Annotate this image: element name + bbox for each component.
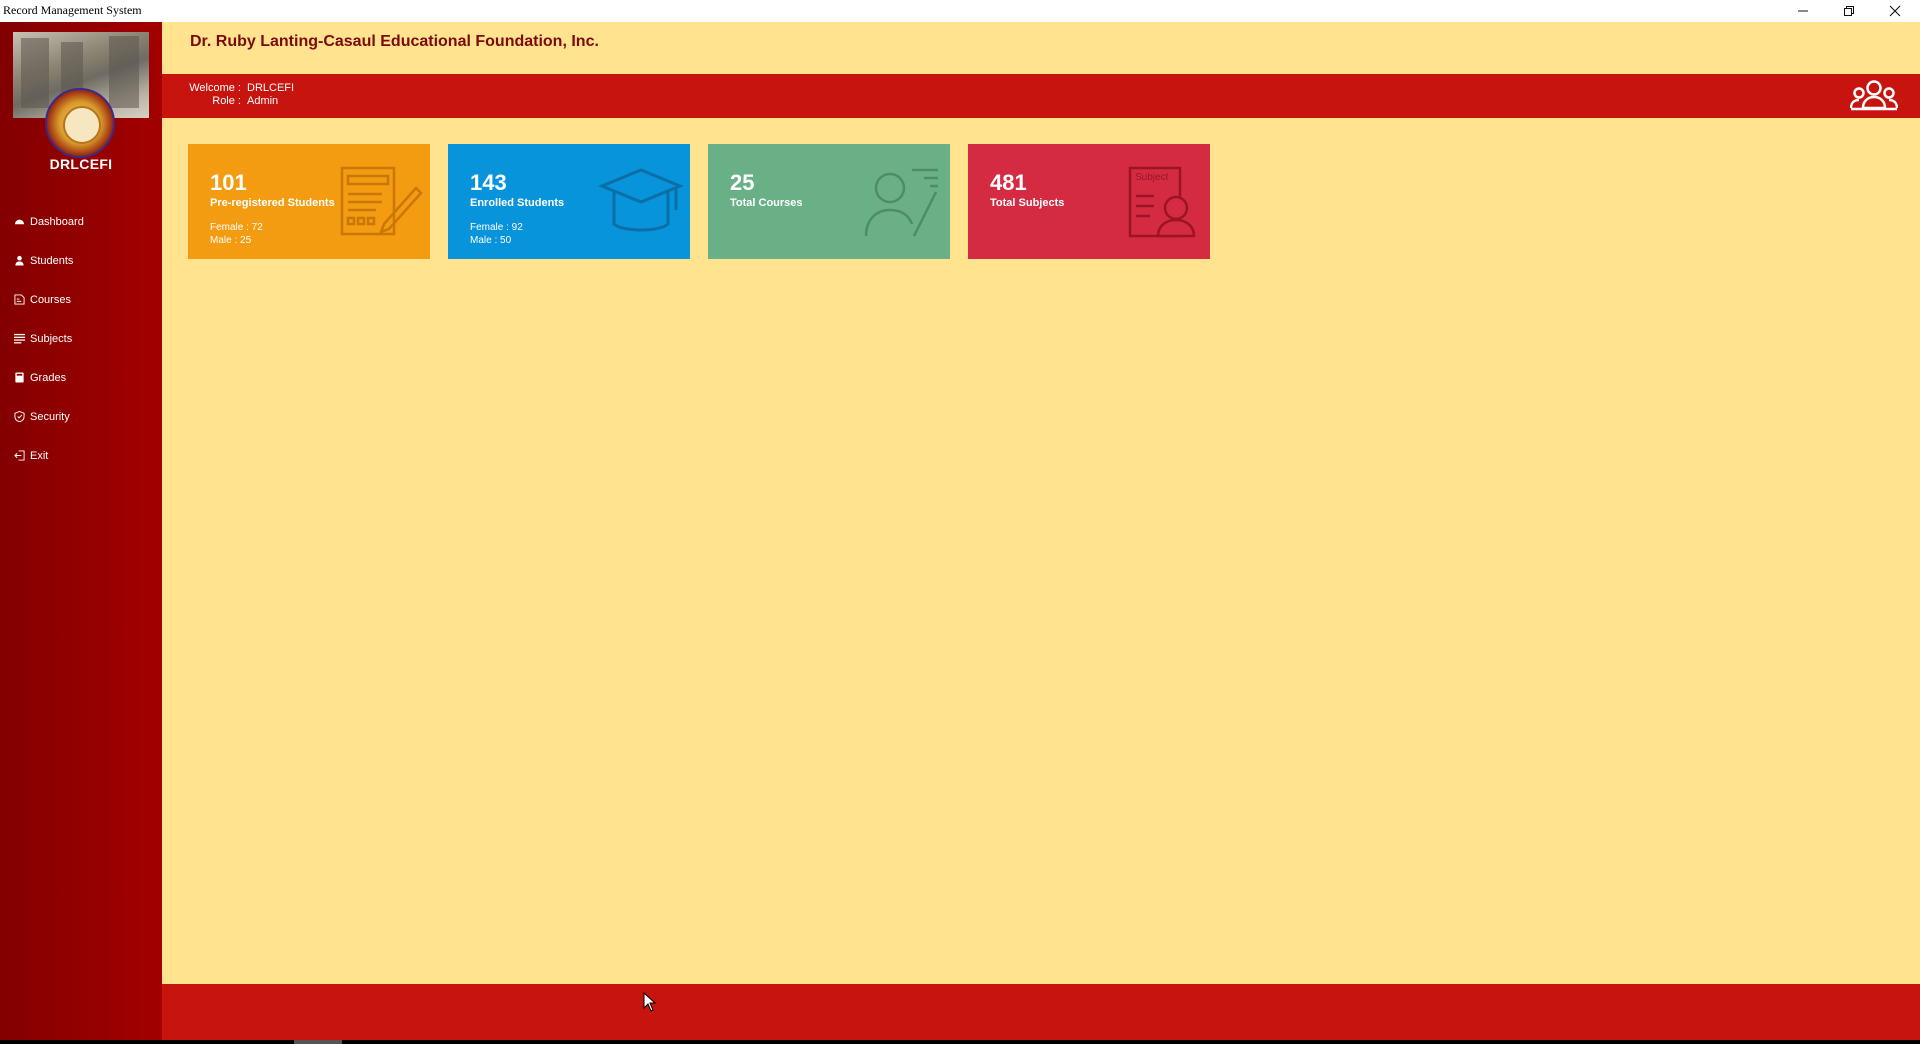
card-female-count: Female : 72: [210, 222, 263, 233]
registration-form-icon: [340, 166, 423, 236]
taskbar-indicator: [294, 1040, 342, 1044]
sidebar-item-label: Students: [30, 254, 74, 267]
minimize-icon: [1797, 10, 1808, 12]
window-title: Record Management System: [3, 3, 142, 17]
sidebar-item-exit[interactable]: Exit: [0, 436, 162, 475]
sidebar: DRLCEFI Dashboard Students Courses Subje…: [0, 22, 162, 1040]
card-value: 25: [730, 170, 755, 195]
sidebar-nav: Dashboard Students Courses Subjects Grad…: [0, 202, 162, 475]
sidebar-item-label: Courses: [30, 293, 71, 306]
total-courses-card[interactable]: 25 Total Courses: [708, 144, 950, 259]
pre-registered-students-card[interactable]: 101 Pre-registered Students Female : 72 …: [188, 144, 430, 259]
total-subjects-card[interactable]: 481 Total Subjects Subject: [968, 144, 1210, 259]
dashboard-icon: [14, 219, 25, 225]
sidebar-item-label: Grades: [30, 371, 67, 384]
teacher-icon: [864, 168, 938, 237]
card-value: 481: [990, 170, 1027, 195]
sidebar-item-label: Subjects: [30, 332, 73, 345]
sidebar-item-grades[interactable]: Grades: [0, 358, 162, 397]
graduation-cap-icon: [598, 168, 684, 232]
subjects-icon: [14, 333, 25, 344]
card-male-count: Male : 25: [210, 235, 252, 246]
card-label: Total Subjects: [990, 197, 1065, 209]
card-value: 101: [210, 170, 247, 195]
icon-subject-text: Subject: [1135, 172, 1169, 183]
shield-icon: [14, 411, 25, 422]
mouse-cursor-icon: [643, 992, 657, 1012]
role-value: Admin: [247, 95, 279, 107]
welcome-value: DRLCEFI: [247, 82, 295, 94]
student-icon: [15, 255, 24, 266]
subject-document-icon: Subject: [1128, 166, 1196, 238]
welcome-label: Welcome :: [189, 82, 241, 94]
header-bar: Welcome : DRLCEFI Role : Admin: [162, 74, 1920, 118]
sidebar-item-courses[interactable]: Courses: [0, 280, 162, 319]
main-content: Dr. Ruby Lanting-Casaul Educational Foun…: [162, 22, 1920, 1040]
sidebar-item-label: Exit: [30, 449, 49, 462]
sidebar-item-label: Dashboard: [30, 215, 84, 228]
card-label: Pre-registered Students: [210, 197, 335, 209]
role-label: Role :: [212, 95, 241, 107]
restore-button[interactable]: [1826, 0, 1871, 22]
school-seal-logo: [45, 88, 115, 158]
sidebar-item-label: Security: [30, 410, 70, 423]
close-button[interactable]: [1872, 0, 1917, 22]
card-female-count: Female : 92: [470, 222, 523, 233]
card-value: 143: [470, 170, 507, 195]
organization-name: Dr. Ruby Lanting-Casaul Educational Foun…: [190, 33, 599, 50]
exit-icon: [14, 450, 25, 461]
users-group-icon[interactable]: [1850, 78, 1898, 114]
minimize-button[interactable]: [1780, 0, 1825, 22]
window-titlebar: Record Management System: [0, 0, 1920, 22]
footer-bar: [162, 984, 1920, 1040]
sidebar-brand: DRLCEFI: [49, 156, 113, 172]
card-label: Total Courses: [730, 197, 803, 209]
card-label: Enrolled Students: [470, 197, 565, 209]
card-male-count: Male : 50: [470, 235, 512, 246]
courses-icon: [14, 294, 25, 305]
grades-icon: [15, 372, 24, 383]
restore-icon: [1843, 6, 1854, 16]
sidebar-item-subjects[interactable]: Subjects: [0, 319, 162, 358]
enrolled-students-card[interactable]: 143 Enrolled Students Female : 92 Male :…: [448, 144, 690, 259]
sidebar-item-dashboard[interactable]: Dashboard: [0, 202, 162, 241]
user-info: Welcome : DRLCEFI Role : Admin: [189, 82, 294, 108]
sidebar-item-students[interactable]: Students: [0, 241, 162, 280]
sidebar-item-security[interactable]: Security: [0, 397, 162, 436]
close-icon: [1889, 5, 1900, 17]
